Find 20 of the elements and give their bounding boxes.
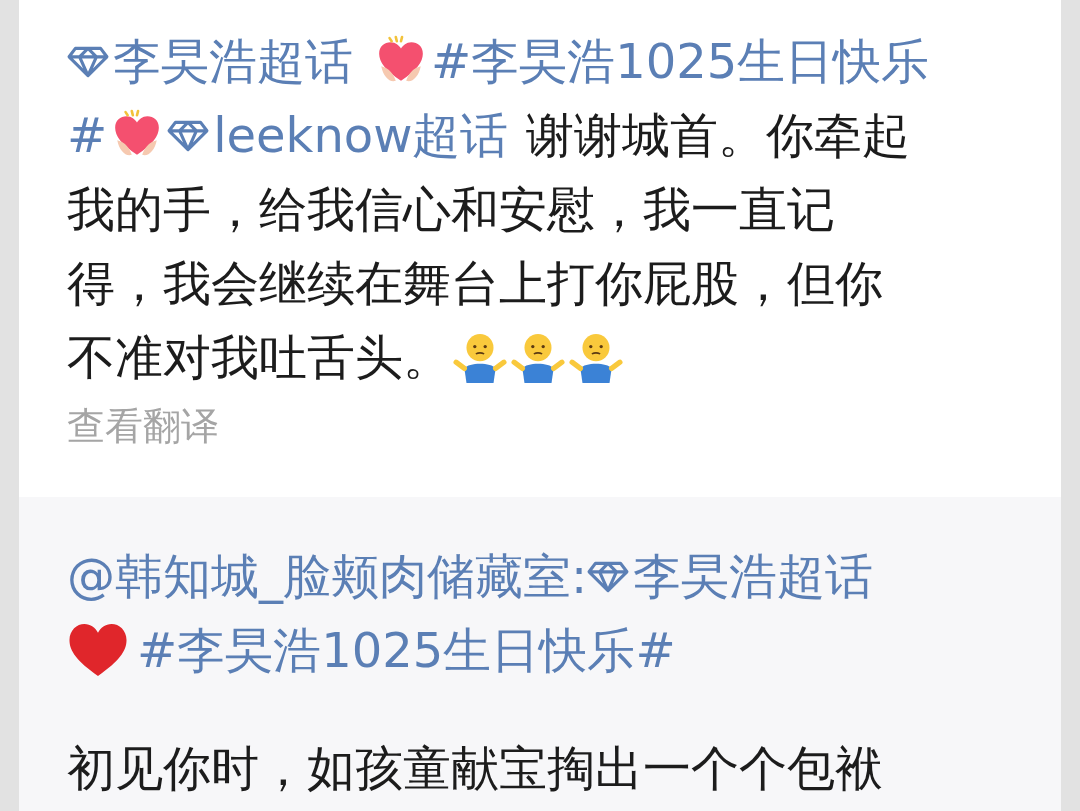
shrug-emoji-icon (509, 331, 567, 383)
shrug-emoji-icon (451, 331, 509, 383)
post-text: 得，我会继续在舞台上打你屁股，但你 (67, 254, 883, 313)
supertopic-link[interactable]: 李旲浩超话 (633, 540, 874, 612)
supertopic-link[interactable]: 李旲浩超话 (113, 25, 353, 97)
supertopic-link[interactable]: leeknow超话 (213, 99, 509, 171)
hashtag-link[interactable]: #李旲浩1025生日快乐# (137, 614, 676, 686)
repost-text: 初见你时，如孩童献宝掏出一个个包袱 (67, 739, 883, 798)
diamond-icon (167, 118, 210, 152)
diamond-icon (67, 44, 109, 78)
post-text: 不准对我吐舌头。 (67, 328, 451, 387)
diamond-icon (587, 559, 630, 593)
translate-link[interactable]: 查看翻译 (67, 396, 219, 456)
shrug-emoji-icon (567, 331, 625, 383)
post-text: 谢谢城首。你牵起 (526, 106, 911, 165)
hashtag-link[interactable]: #李旲浩1025生日快乐 (431, 25, 930, 97)
heart-icon (67, 621, 129, 679)
post-text: 我的手，给我信心和安慰，我一直记 (67, 180, 835, 239)
mention-link[interactable]: @韩知城_脸颊肉储藏室: (67, 540, 588, 612)
hashtag-link[interactable]: # (67, 99, 108, 171)
